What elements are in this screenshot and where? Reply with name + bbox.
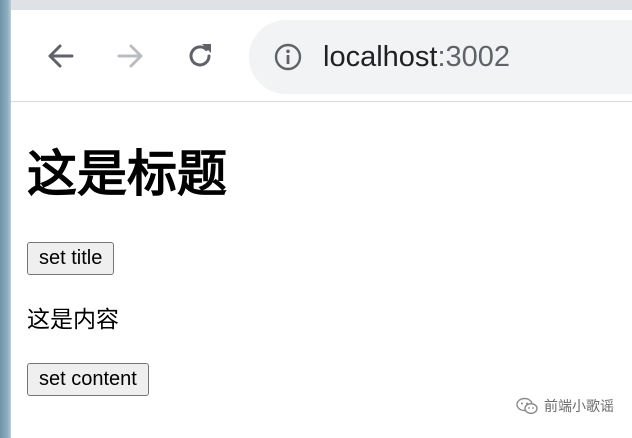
desktop-edge bbox=[0, 0, 11, 438]
watermark-text: 前端小歌谣 bbox=[544, 399, 614, 415]
set-title-button[interactable]: set title bbox=[27, 242, 115, 275]
screenshot-frame: localhost:3002 这是标题 set title 这是内容 set c… bbox=[0, 0, 632, 438]
reload-button[interactable] bbox=[180, 36, 220, 76]
back-button[interactable] bbox=[41, 36, 81, 76]
browser-toolbar: localhost:3002 bbox=[11, 10, 632, 102]
forward-button[interactable] bbox=[110, 36, 150, 76]
url-host: localhost bbox=[323, 41, 438, 73]
url-text[interactable]: localhost:3002 bbox=[323, 37, 510, 77]
info-icon[interactable] bbox=[273, 42, 303, 72]
set-content-button[interactable]: set content bbox=[27, 363, 149, 396]
address-bar[interactable]: localhost:3002 bbox=[249, 20, 632, 94]
watermark: 前端小歌谣 bbox=[516, 396, 614, 416]
arrow-right-icon bbox=[117, 44, 143, 68]
reload-icon bbox=[189, 44, 211, 67]
tab-strip bbox=[11, 0, 632, 10]
content-text: 这是内容 bbox=[27, 307, 119, 333]
arrow-left-icon bbox=[48, 44, 74, 68]
url-port: :3002 bbox=[437, 41, 511, 73]
page-title: 这是标题 bbox=[27, 145, 227, 203]
wechat-icon bbox=[516, 397, 538, 415]
